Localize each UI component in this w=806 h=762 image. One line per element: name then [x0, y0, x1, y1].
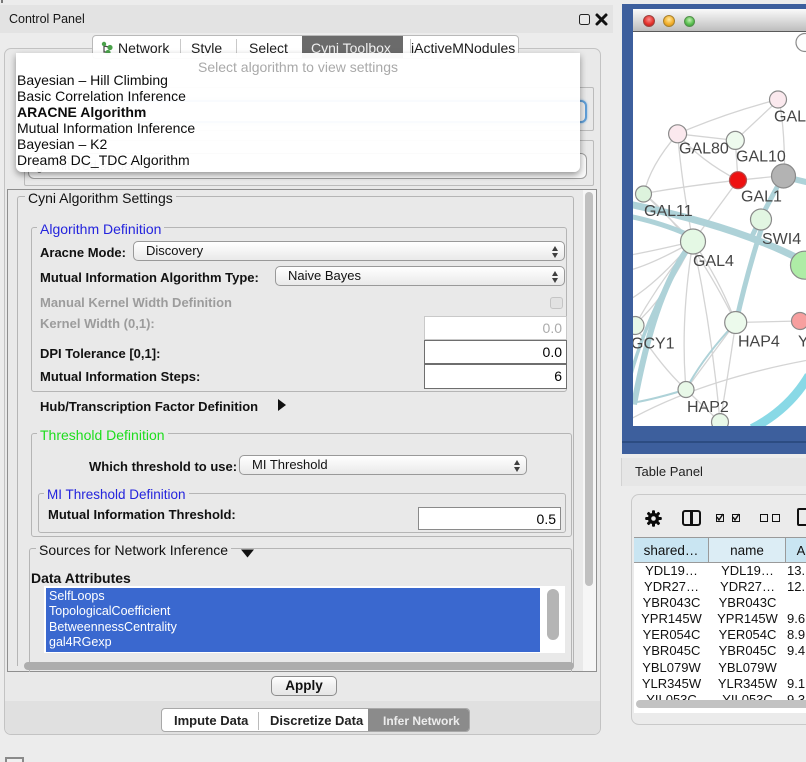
- svg-text:HAP4: HAP4: [738, 333, 780, 350]
- svg-text:GCY1: GCY1: [633, 335, 675, 352]
- svg-text:GAL80: GAL80: [679, 140, 729, 157]
- svg-text:GAL2: GAL2: [774, 108, 806, 125]
- svg-text:YD: YD: [798, 333, 806, 350]
- svg-text:GAL1: GAL1: [741, 188, 782, 205]
- svg-text:HAP2: HAP2: [687, 399, 729, 416]
- svg-text:GAL11: GAL11: [644, 203, 693, 220]
- svg-text:GAL10: GAL10: [736, 148, 786, 165]
- svg-text:GAL4: GAL4: [693, 253, 734, 270]
- svg-text:SWI4: SWI4: [762, 231, 801, 248]
